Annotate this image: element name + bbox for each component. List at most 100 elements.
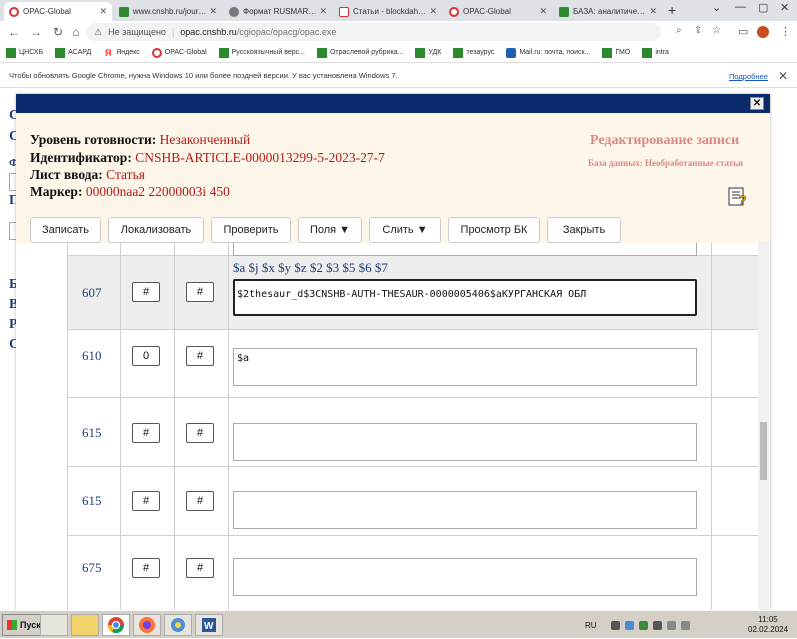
check-button[interactable]: Проверить bbox=[211, 217, 291, 243]
bookmark-label: intra bbox=[655, 49, 669, 56]
network-icon[interactable] bbox=[666, 620, 676, 630]
field-input[interactable] bbox=[233, 491, 697, 529]
scrollbar[interactable] bbox=[758, 242, 769, 610]
column-divider bbox=[174, 243, 175, 610]
close-tab-icon[interactable]: ✕ bbox=[99, 6, 107, 17]
bookmark-rubricator[interactable]: Отраслевой рубрика... bbox=[316, 47, 403, 58]
table-row-615[interactable]: 615 # # bbox=[67, 398, 769, 467]
close-tab-icon[interactable]: ✕ bbox=[209, 6, 217, 17]
bookmark-cnshb[interactable]: ЦНСХБ bbox=[6, 47, 43, 58]
indicator-1[interactable]: # bbox=[132, 558, 160, 578]
tab-opac-global-2[interactable]: OPAC-Global ✕ bbox=[444, 2, 552, 21]
star-icon[interactable]: ☆ bbox=[712, 25, 721, 36]
tab-cnshb-journal[interactable]: www.cnshb.ru/jour/u... ✕ bbox=[114, 2, 222, 21]
indicator-2[interactable]: # bbox=[186, 558, 214, 578]
zoom-icon[interactable]: ⌕ bbox=[676, 25, 682, 36]
menu-icon[interactable]: ⋮ bbox=[780, 25, 791, 38]
share-icon[interactable]: ⇪ bbox=[694, 25, 702, 36]
word-icon[interactable]: W bbox=[195, 614, 223, 636]
merge-dropdown-button[interactable]: Слить ▼ bbox=[369, 217, 441, 243]
dialog-titlebar: ✕ bbox=[16, 94, 770, 113]
tray-icon[interactable] bbox=[624, 620, 634, 630]
tray-icon[interactable] bbox=[638, 620, 648, 630]
field-input[interactable] bbox=[233, 558, 697, 596]
indicator-2[interactable]: # bbox=[186, 423, 214, 443]
help-icon[interactable]: ? bbox=[727, 185, 749, 207]
close-tab-icon[interactable]: ✕ bbox=[539, 6, 547, 17]
tray-icon[interactable] bbox=[652, 620, 662, 630]
system-clock[interactable]: 11:05 02.02.2024 bbox=[748, 615, 788, 635]
bookmark-opac[interactable]: OPAC-Global bbox=[151, 47, 207, 58]
security-label[interactable]: Не защищено bbox=[108, 27, 166, 37]
bookmark-mailru[interactable]: Mail.ru: почта, поиск... bbox=[506, 47, 590, 58]
table-row-607[interactable]: 607 # # $a $j $x $y $z $2 $3 $5 $6 $7 $2… bbox=[67, 256, 769, 330]
warning-icon[interactable]: ⚠ bbox=[94, 27, 102, 38]
indicator-1[interactable]: # bbox=[132, 491, 160, 511]
indicator-1[interactable]: # bbox=[132, 423, 160, 443]
globe-icon bbox=[229, 6, 239, 17]
bookmark-intra[interactable]: intra bbox=[642, 47, 669, 58]
file-manager-icon[interactable] bbox=[40, 614, 68, 636]
bookmark-yandex[interactable]: Я Яндекс bbox=[103, 47, 140, 58]
minimize-icon[interactable]: — bbox=[735, 1, 746, 13]
windows-taskbar: Пуск W RU 11:05 02.02.2024 bbox=[0, 610, 797, 638]
scroll-thumb[interactable] bbox=[760, 422, 767, 480]
indicator-2[interactable]: # bbox=[186, 346, 214, 366]
forward-icon[interactable]: → bbox=[28, 25, 44, 39]
fields-dropdown-button[interactable]: Поля ▼ bbox=[298, 217, 362, 243]
save-button[interactable]: Записать bbox=[30, 217, 101, 243]
view-bk-button[interactable]: Просмотр БК bbox=[448, 217, 540, 243]
firefox-icon[interactable] bbox=[133, 614, 161, 636]
field-input[interactable] bbox=[233, 423, 697, 461]
bookmark-label: ГМО bbox=[615, 49, 631, 56]
language-indicator[interactable]: RU bbox=[585, 621, 597, 630]
folder-icon[interactable] bbox=[71, 614, 99, 636]
tab-gmail[interactable]: Статьи - blockdahlia... ✕ bbox=[334, 2, 442, 21]
indicator-2[interactable]: # bbox=[186, 282, 214, 302]
indicator-1[interactable]: # bbox=[132, 282, 160, 302]
tab-opac-global[interactable]: OPAC-Global ✕ bbox=[4, 2, 112, 21]
close-tab-icon[interactable]: ✕ bbox=[649, 6, 657, 17]
indicator-1[interactable]: 0 bbox=[132, 346, 160, 366]
close-button[interactable]: Закрыть bbox=[547, 217, 621, 243]
reload-icon[interactable]: ↻ bbox=[50, 25, 66, 39]
home-icon[interactable]: ⌂ bbox=[68, 25, 84, 39]
tab-baza[interactable]: БАЗА: аналитическо... ✕ bbox=[554, 2, 662, 21]
app-icon[interactable] bbox=[164, 614, 192, 636]
bookmark-asard[interactable]: АСАРД bbox=[55, 47, 91, 58]
chrome-icon[interactable] bbox=[102, 614, 130, 636]
close-window-icon[interactable]: ✕ bbox=[780, 1, 789, 14]
infobar-more-link[interactable]: Подробнее bbox=[729, 72, 768, 81]
table-row-610[interactable]: 610 0 # $a bbox=[67, 330, 769, 398]
back-icon[interactable]: ← bbox=[6, 25, 22, 39]
column-divider bbox=[711, 243, 712, 610]
tab-rusmarc[interactable]: Формат RUSMARC пр... ✕ bbox=[224, 2, 332, 21]
site-icon bbox=[119, 6, 129, 17]
field-input[interactable]: $a bbox=[233, 348, 697, 386]
marker-value: 00000naa2 22000003i 450 bbox=[85, 184, 230, 199]
maximize-icon[interactable]: ▢ bbox=[758, 1, 768, 14]
new-tab-button[interactable]: + bbox=[668, 2, 676, 18]
site-icon bbox=[55, 47, 66, 58]
table-row-615[interactable]: 615 # # bbox=[67, 467, 769, 536]
tray-icon[interactable] bbox=[610, 620, 620, 630]
close-icon[interactable]: ✕ bbox=[778, 69, 788, 83]
url-field[interactable]: ⚠ Не защищено | opac.cnshb.ru/cgiopac/op… bbox=[86, 23, 721, 41]
tab-search-icon[interactable]: ▭ bbox=[738, 25, 748, 38]
toolbar: Записать Локализовать Проверить Поля ▼ С… bbox=[30, 217, 628, 243]
indicator-2[interactable]: # bbox=[186, 491, 214, 511]
field-input[interactable] bbox=[233, 243, 697, 256]
close-dialog-button[interactable]: ✕ bbox=[750, 97, 764, 110]
bookmark-gmo[interactable]: ГМО bbox=[602, 47, 631, 58]
close-tab-icon[interactable]: ✕ bbox=[429, 6, 437, 17]
bookmark-thesaurus[interactable]: тезаурус bbox=[453, 47, 494, 58]
profile-avatar[interactable] bbox=[757, 26, 769, 38]
close-tab-icon[interactable]: ✕ bbox=[319, 6, 327, 17]
field-input[interactable]: $2thesaur_d$3CNSHB-AUTH-THESAUR-00000054… bbox=[233, 279, 697, 316]
bookmark-udk[interactable]: УДК bbox=[415, 47, 441, 58]
localize-button[interactable]: Локализовать bbox=[108, 217, 204, 243]
chevron-down-icon[interactable]: ⌄ bbox=[712, 1, 721, 14]
bookmark-russian-version[interactable]: Русскоязычный верс... bbox=[218, 47, 305, 58]
volume-icon[interactable] bbox=[680, 620, 690, 630]
table-row-675[interactable]: 675 # # bbox=[67, 536, 769, 610]
